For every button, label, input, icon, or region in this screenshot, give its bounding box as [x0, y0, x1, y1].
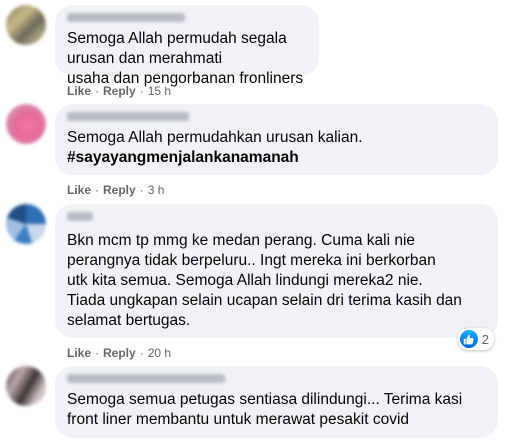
reply-link[interactable]: Reply [103, 183, 136, 197]
hashtag-link[interactable]: #sayayangmenjalankanamanah [67, 148, 299, 168]
avatar[interactable] [6, 104, 46, 144]
comment-text: Semoga semua petugas sentiasa dilindungi… [67, 391, 463, 428]
separator: · [95, 183, 100, 197]
comment-bubble: Bkn mcm tp mmg ke medan perang. Cuma kal… [55, 204, 498, 350]
timestamp[interactable]: 20 h [148, 346, 171, 360]
like-link[interactable]: Like [67, 346, 91, 360]
separator: · [139, 183, 144, 197]
comment-text: Semoga Allah permudahkan urusan kalian. [67, 129, 363, 146]
separator: · [139, 84, 144, 98]
commenter-name[interactable] [67, 13, 185, 22]
avatar[interactable] [6, 5, 46, 45]
separator: · [95, 346, 100, 360]
commenter-name[interactable] [67, 212, 93, 221]
comment-bubble: Semoga Allah permudah segala urusan dan … [55, 5, 319, 87]
timestamp[interactable]: 3 h [148, 183, 165, 197]
like-link[interactable]: Like [67, 84, 91, 98]
avatar[interactable] [6, 204, 46, 244]
like-link[interactable]: Like [67, 183, 91, 197]
separator: · [139, 346, 144, 360]
reply-link[interactable]: Reply [103, 84, 136, 98]
comment-text: Semoga Allah permudah segala urusan dan … [67, 30, 304, 87]
comment-actions: Like · Reply · 3 h [67, 183, 164, 197]
comment-bubble: Semoga Allah permudahkan urusan kalian. … [55, 104, 498, 175]
comment-text: Bkn mcm tp mmg ke medan perang. Cuma kal… [67, 232, 462, 329]
reply-link[interactable]: Reply [103, 346, 136, 360]
comment-actions: Like · Reply · 15 h [67, 84, 171, 98]
comment-bubble: Semoga semua petugas sentiasa dilindungi… [55, 366, 498, 438]
timestamp[interactable]: 15 h [148, 84, 171, 98]
reaction-badge[interactable]: 2 [457, 328, 494, 350]
reaction-count: 2 [481, 331, 489, 347]
commenter-name[interactable] [67, 112, 189, 121]
comment-actions: Like · Reply · 20 h [67, 346, 171, 360]
avatar[interactable] [6, 366, 46, 406]
separator: · [95, 84, 100, 98]
commenter-name[interactable] [67, 374, 225, 383]
like-reaction-icon [459, 330, 478, 348]
